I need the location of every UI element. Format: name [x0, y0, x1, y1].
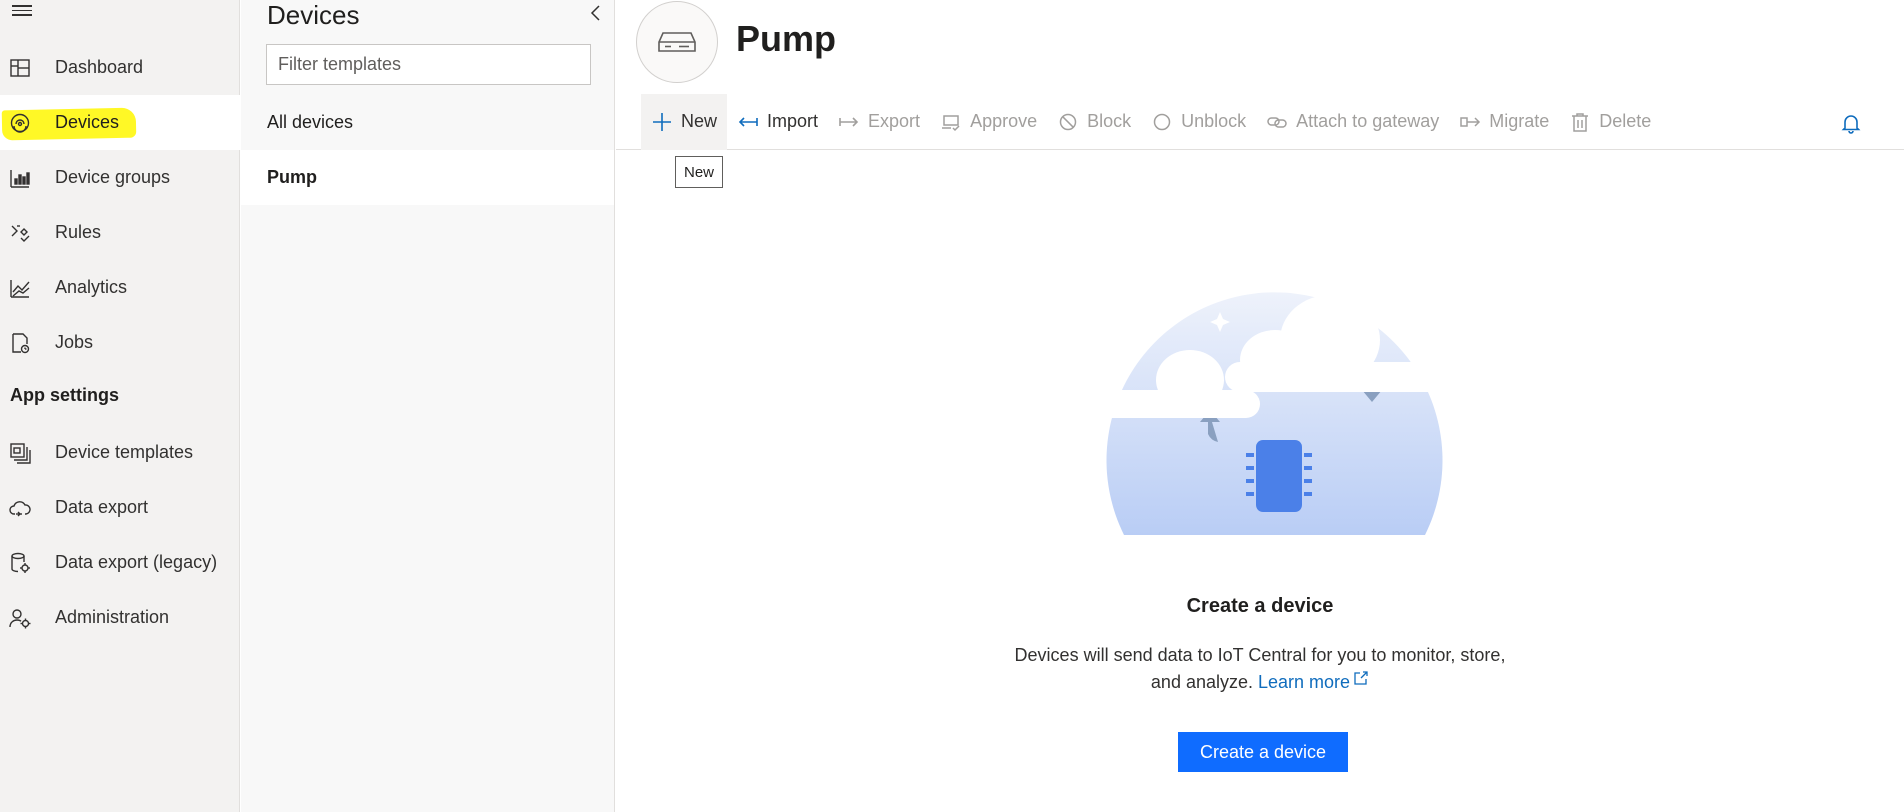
administration-icon — [9, 607, 31, 629]
import-button[interactable]: Import — [727, 94, 828, 150]
template-item-pump[interactable]: Pump — [241, 150, 614, 205]
nav-item-devices[interactable]: Devices — [0, 95, 240, 150]
external-link-icon — [1354, 671, 1368, 685]
analytics-icon — [9, 277, 31, 299]
nav-label: Dashboard — [55, 57, 144, 77]
export-button-label: Export — [868, 111, 921, 131]
export-button[interactable]: Export — [828, 94, 930, 150]
nav-label: Device templates — [55, 442, 194, 462]
dashboard-icon — [9, 57, 31, 79]
empty-state-desc-line1: Devices will send data to IoT Central fo… — [1014, 645, 1506, 665]
new-button-label: New — [681, 111, 718, 131]
device-groups-icon — [9, 167, 31, 189]
rules-icon — [9, 222, 31, 244]
new-button-tooltip: New — [675, 156, 724, 188]
block-button-label: Block — [1087, 111, 1132, 131]
nav-item-rules[interactable]: Rules — [0, 205, 240, 260]
nav-item-data-export[interactable]: Data export — [0, 480, 240, 535]
jobs-icon — [9, 332, 31, 354]
nav-item-device-groups[interactable]: Device groups — [0, 150, 240, 205]
empty-state-title: Create a device — [1186, 595, 1334, 617]
unblock-button[interactable]: Unblock — [1141, 94, 1256, 150]
block-icon — [1057, 111, 1079, 133]
nav-label: Device groups — [55, 167, 171, 187]
main-content: Pump New Import Export Approve Block Unb… — [616, 0, 1904, 812]
data-export-legacy-icon — [9, 552, 31, 574]
approve-icon — [940, 111, 962, 133]
notification-bell-icon[interactable] — [1840, 112, 1862, 134]
unblock-button-label: Unblock — [1181, 111, 1247, 131]
attach-to-gateway-button[interactable]: Attach to gateway — [1256, 94, 1449, 150]
page-title: Pump — [736, 18, 837, 59]
block-button[interactable]: Block — [1047, 94, 1141, 150]
trash-icon — [1569, 111, 1591, 133]
command-toolbar: New Import Export Approve Block Unblock … — [616, 93, 1904, 150]
learn-more-link[interactable]: Learn more — [1258, 671, 1369, 692]
nav-item-jobs[interactable]: Jobs — [0, 315, 240, 370]
delete-button[interactable]: Delete — [1559, 94, 1661, 150]
approve-button[interactable]: Approve — [930, 94, 1047, 150]
nav-item-data-export-legacy[interactable]: Data export (legacy) — [0, 535, 240, 590]
new-button[interactable]: New — [641, 93, 728, 150]
link-icon — [1266, 111, 1288, 133]
left-navigation: Dashboard Devices Device groups Rules An… — [0, 0, 240, 812]
nav-item-administration[interactable]: Administration — [0, 590, 240, 645]
migrate-button-label: Migrate — [1489, 111, 1550, 131]
device-templates-icon — [9, 442, 31, 464]
empty-state-desc-line2: and analyze. Learn more — [616, 669, 1904, 696]
hamburger-menu-icon[interactable] — [10, 2, 34, 22]
nav-item-device-templates[interactable]: Device templates — [0, 425, 240, 480]
nav-item-dashboard[interactable]: Dashboard — [0, 40, 240, 95]
empty-state-desc-line2-text: and analyze. — [1150, 672, 1253, 692]
panel-title: Devices — [267, 0, 360, 30]
unblock-circle-icon — [1151, 111, 1173, 133]
approve-button-label: Approve — [970, 111, 1038, 131]
data-export-icon — [9, 497, 31, 519]
nav-label: Rules — [55, 222, 102, 242]
nav-label: Administration — [55, 607, 170, 627]
nav-label: Devices — [55, 112, 120, 132]
app-settings-heading: App settings — [10, 385, 120, 405]
filter-templates-input[interactable] — [266, 44, 591, 85]
import-arrow-icon — [737, 111, 759, 133]
cloud-device-illustration — [1100, 292, 1450, 535]
device-box-icon — [658, 32, 696, 52]
devices-icon — [9, 112, 31, 134]
migrate-icon — [1459, 111, 1481, 133]
nav-label: Jobs — [55, 332, 94, 352]
nav-label: Data export (legacy) — [55, 552, 218, 572]
device-templates-panel: Devices All devices Pump — [241, 0, 615, 812]
delete-button-label: Delete — [1599, 111, 1652, 131]
migrate-button[interactable]: Migrate — [1449, 94, 1559, 150]
device-template-avatar — [636, 1, 718, 83]
import-button-label: Import — [767, 111, 819, 131]
collapse-panel-chevron-left-icon[interactable] — [585, 2, 607, 24]
nav-item-analytics[interactable]: Analytics — [0, 260, 240, 315]
nav-label: Analytics — [55, 277, 128, 297]
plus-icon — [651, 111, 673, 133]
nav-label: Data export — [55, 497, 149, 517]
learn-more-label: Learn more — [1258, 672, 1351, 692]
create-a-device-button[interactable]: Create a device — [1178, 732, 1348, 772]
export-arrow-icon — [838, 111, 860, 133]
attach-to-gateway-label: Attach to gateway — [1296, 111, 1440, 131]
empty-state-description: Devices will send data to IoT Central fo… — [616, 642, 1904, 696]
template-item-all-devices[interactable]: All devices — [241, 95, 614, 150]
